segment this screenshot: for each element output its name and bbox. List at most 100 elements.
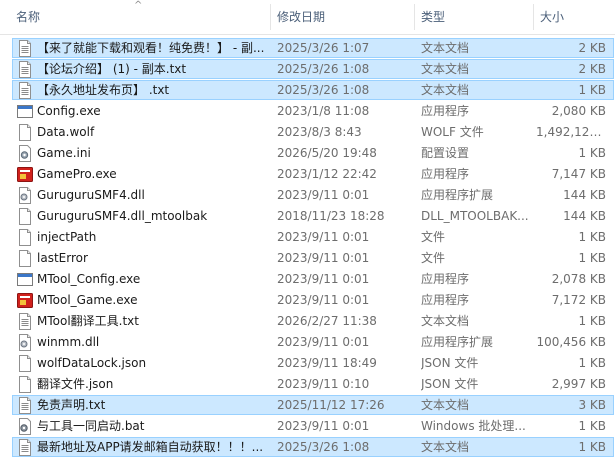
- settings-file-icon: [17, 145, 33, 162]
- file-row[interactable]: winmm.dll 2023/9/11 0:01 应用程序扩展 100,456 KB: [0, 332, 615, 353]
- file-modified-date: 2023/9/11 0:01: [277, 419, 370, 433]
- file-type: 文本文档: [421, 440, 470, 454]
- file-list: 【来了就能下载和观看！纯免费！】 - 副... 2025/3/26 1:07 文本文…: [0, 38, 615, 458]
- file-size: 2,078 KB: [551, 272, 606, 286]
- column-divider[interactable]: [414, 4, 415, 30]
- file-row[interactable]: Data.wolf 2023/8/3 8:43 WOLF 文件 1,492,121..…: [0, 122, 615, 143]
- file-type: 配置设置: [421, 146, 470, 160]
- file-row[interactable]: 【来了就能下载和观看！纯免费！】 - 副... 2025/3/26 1:07 文本文…: [0, 38, 615, 59]
- blank-file-icon: [17, 124, 33, 141]
- column-header-date[interactable]: 修改日期: [277, 0, 411, 34]
- file-size: 1 KB: [578, 419, 606, 433]
- file-row[interactable]: lastError 2023/9/11 0:01 文件 1 KB: [0, 248, 615, 269]
- file-modified-date: 2018/11/23 18:28: [277, 209, 385, 223]
- file-size: 1,492,121...: [536, 125, 606, 139]
- window-app-icon: [17, 103, 33, 120]
- file-name: Config.exe: [37, 104, 101, 118]
- text-file-icon: [17, 313, 33, 330]
- file-modified-date: 2023/1/12 22:42: [277, 167, 377, 181]
- file-type: 文件: [421, 230, 446, 244]
- red-app-icon: [17, 292, 33, 309]
- file-row[interactable]: Config.exe 2023/1/8 11:08 应用程序 2,080 KB: [0, 101, 615, 122]
- column-header-size[interactable]: 大小: [540, 0, 610, 34]
- text-file-icon: [17, 397, 33, 414]
- file-name: 【永久地址发布页】 .txt: [37, 83, 170, 97]
- file-name: winmm.dll: [37, 335, 100, 349]
- text-file-icon: [17, 61, 33, 78]
- blank-file-icon: [17, 355, 33, 372]
- file-row[interactable]: 最新地址及APP请发邮箱自动获取！！！... 2025/3/26 1:08 文本文档…: [0, 437, 615, 458]
- file-type: WOLF 文件: [421, 125, 484, 139]
- file-row[interactable]: 【永久地址发布页】 .txt 2025/3/26 1:08 文本文档 1 KB: [0, 80, 615, 101]
- file-modified-date: 2023/9/11 0:01: [277, 251, 370, 265]
- file-name: injectPath: [37, 230, 97, 244]
- dll-file-icon: [17, 334, 33, 351]
- file-size: 1 KB: [578, 251, 606, 265]
- blank-file-icon: [17, 229, 33, 246]
- file-row[interactable]: GamePro.exe 2023/1/12 22:42 应用程序 7,147 KB: [0, 164, 615, 185]
- file-name: MTool_Game.exe: [37, 293, 138, 307]
- file-row[interactable]: MTool翻译工具.txt 2026/2/27 11:38 文本文档 1 KB: [0, 311, 615, 332]
- file-modified-date: 2023/9/11 0:01: [277, 188, 370, 202]
- file-modified-date: 2025/3/26 1:08: [277, 62, 370, 76]
- file-size: 144 KB: [563, 188, 606, 202]
- file-modified-date: 2023/9/11 0:10: [277, 377, 370, 391]
- file-modified-date: 2023/9/11 0:01: [277, 272, 370, 286]
- file-modified-date: 2026/5/20 19:48: [277, 146, 377, 160]
- file-type: 应用程序: [421, 167, 470, 181]
- file-size: 1 KB: [578, 146, 606, 160]
- file-name: 免责声明.txt: [37, 398, 106, 412]
- file-type: 文本文档: [421, 314, 470, 328]
- file-name: wolfDataLock.json: [37, 356, 147, 370]
- column-divider[interactable]: [270, 4, 271, 30]
- file-modified-date: 2025/3/26 1:07: [277, 41, 370, 55]
- file-modified-date: 2023/9/11 0:01: [277, 335, 370, 349]
- text-file-icon: [17, 82, 33, 99]
- column-header-name[interactable]: 名称: [16, 0, 266, 34]
- batch-file-icon: [17, 418, 33, 435]
- file-name: 【来了就能下载和观看！纯免费！】 - 副...: [37, 41, 265, 55]
- file-size: 2,997 KB: [551, 377, 606, 391]
- file-size: 7,147 KB: [551, 167, 606, 181]
- file-name: 【论坛介绍】 (1) - 副本.txt: [37, 62, 187, 76]
- file-row[interactable]: injectPath 2023/9/11 0:01 文件 1 KB: [0, 227, 615, 248]
- column-header-type[interactable]: 类型: [421, 0, 531, 34]
- file-row[interactable]: 与工具一同启动.bat 2023/9/11 0:01 Windows 批处理... 1…: [0, 416, 615, 437]
- file-type: 应用程序扩展: [421, 335, 494, 349]
- file-modified-date: 2023/9/11 0:01: [277, 230, 370, 244]
- file-row[interactable]: wolfDataLock.json 2023/9/11 18:49 JSON 文件 1…: [0, 353, 615, 374]
- file-modified-date: 2023/1/8 11:08: [277, 104, 370, 118]
- file-size: 7,172 KB: [551, 293, 606, 307]
- file-row[interactable]: 【论坛介绍】 (1) - 副本.txt 2025/3/26 1:08 文本文档 2 K…: [0, 59, 615, 80]
- file-type: 文本文档: [421, 83, 470, 97]
- file-name: lastError: [37, 251, 88, 265]
- file-type: DLL_MTOOLBAK...: [421, 209, 529, 223]
- file-modified-date: 2025/3/26 1:08: [277, 440, 370, 454]
- file-modified-date: 2023/9/11 18:49: [277, 356, 377, 370]
- file-name: GamePro.exe: [37, 167, 117, 181]
- file-type: 文本文档: [421, 398, 470, 412]
- blank-file-icon: [17, 250, 33, 267]
- file-row[interactable]: GuruguruSMF4.dll_mtoolbak 2018/11/23 18:2…: [0, 206, 615, 227]
- file-row[interactable]: GuruguruSMF4.dll 2023/9/11 0:01 应用程序扩展 144 …: [0, 185, 615, 206]
- file-name: GuruguruSMF4.dll_mtoolbak: [37, 209, 208, 223]
- blank-file-icon: [17, 376, 33, 393]
- file-type: 应用程序: [421, 293, 470, 307]
- column-divider[interactable]: [533, 4, 534, 30]
- file-name: 与工具一同启动.bat: [37, 419, 145, 433]
- file-row[interactable]: Game.ini 2026/5/20 19:48 配置设置 1 KB: [0, 143, 615, 164]
- file-size: 1 KB: [578, 356, 606, 370]
- file-type: 应用程序: [421, 104, 470, 118]
- file-name: MTool翻译工具.txt: [37, 314, 139, 328]
- file-row[interactable]: 翻译文件.json 2023/9/11 0:10 JSON 文件 2,997 KB: [0, 374, 615, 395]
- file-row[interactable]: MTool_Config.exe 2023/9/11 0:01 应用程序 2,078 …: [0, 269, 615, 290]
- file-row[interactable]: 免责声明.txt 2025/11/12 17:26 文本文档 3 KB: [0, 395, 615, 416]
- file-explorer-details-view: ^ 名称 修改日期 类型 大小 【来了就能下载和观看！纯免费！】 - 副... 2…: [0, 0, 615, 467]
- column-header-bar: ^ 名称 修改日期 类型 大小: [0, 0, 615, 35]
- file-type: Windows 批处理...: [421, 419, 526, 433]
- file-modified-date: 2023/8/3 8:43: [277, 125, 362, 139]
- file-row[interactable]: MTool_Game.exe 2023/9/11 0:01 应用程序 7,172 KB: [0, 290, 615, 311]
- text-file-icon: [17, 40, 33, 57]
- file-modified-date: 2023/9/11 0:01: [277, 293, 370, 307]
- file-size: 2 KB: [578, 62, 606, 76]
